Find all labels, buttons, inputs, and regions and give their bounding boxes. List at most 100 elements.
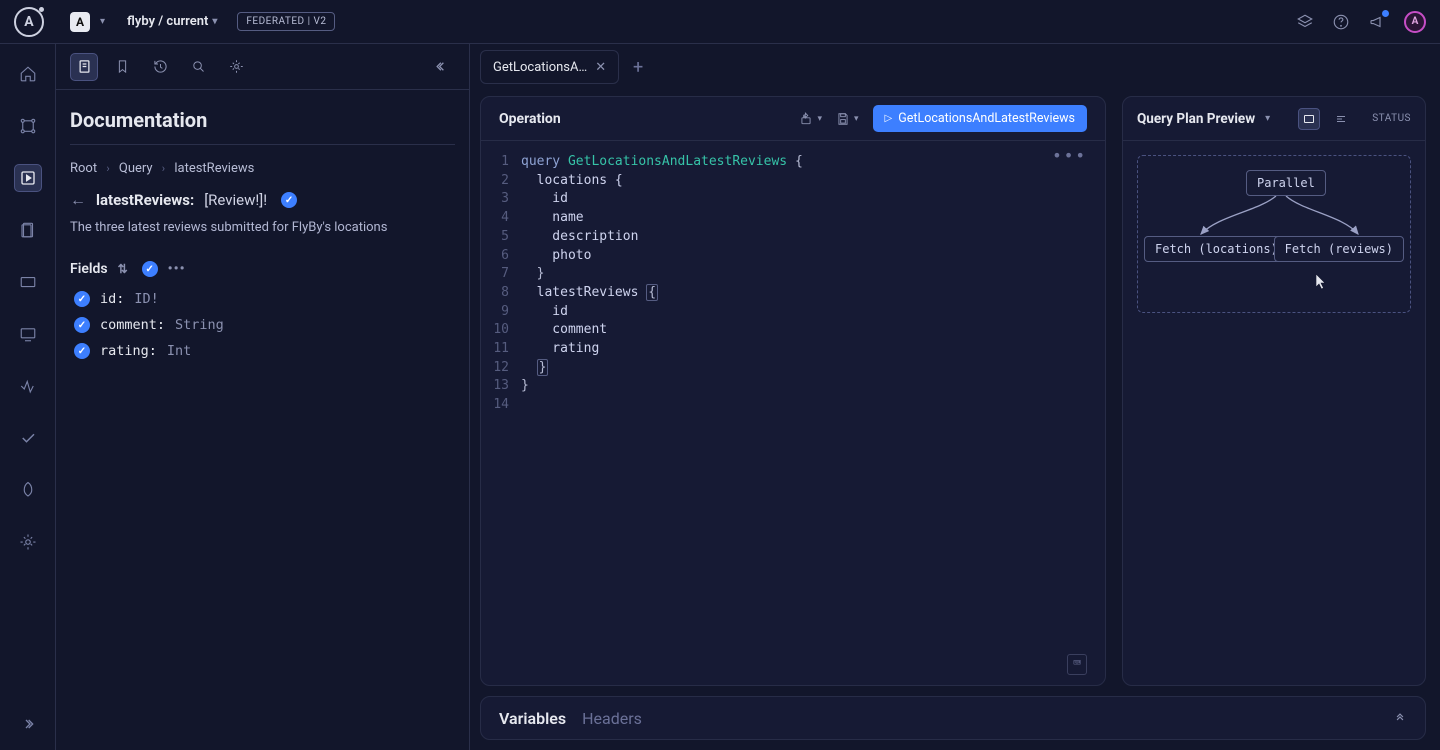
variables-tab[interactable]: Variables (499, 709, 566, 728)
plan-graph[interactable]: Parallel Fetch (locations) Fetch (review… (1137, 155, 1411, 313)
expand-panel-icon[interactable] (1393, 709, 1407, 728)
check-icon[interactable]: ✓ (74, 291, 90, 307)
main-area: GetLocationsA… ✕ + Operation ▾ ▾ (470, 44, 1440, 750)
field-item-name: comment: (100, 317, 165, 333)
field-item-type[interactable]: Int (167, 343, 191, 359)
line-number: 3 (481, 190, 521, 209)
code-token: query (521, 154, 560, 169)
code-editor[interactable]: ••• 1query GetLocationsAndLatestReviews … (481, 141, 1105, 685)
cursor-icon (1316, 274, 1328, 294)
plan-node-label: Fetch (locations) (1155, 242, 1278, 256)
keyboard-shortcut-icon[interactable]: ⌨ (1067, 654, 1087, 675)
operation-header: Operation ▾ ▾ ▷ GetLocationsAndLatestR (481, 97, 1105, 141)
fields-heading: Fields (70, 261, 108, 277)
layers-icon[interactable] (1296, 13, 1314, 31)
check-badge-icon[interactable]: ✓ (281, 192, 297, 208)
search-icon[interactable] (184, 53, 212, 81)
plan-node-parallel[interactable]: Parallel (1246, 170, 1326, 196)
plan-node-label: Fetch (reviews) (1285, 242, 1393, 256)
check-icon[interactable]: ✓ (74, 343, 90, 359)
documentation-panel: Documentation Root › Query › latestRevie… (56, 44, 470, 750)
expand-rail-icon[interactable] (14, 710, 42, 738)
help-icon[interactable] (1332, 13, 1350, 31)
announcements-icon[interactable] (1368, 13, 1386, 31)
run-button[interactable]: ▷ GetLocationsAndLatestReviews (873, 105, 1087, 132)
code-line: id (521, 303, 568, 322)
chevron-down-icon[interactable]: ▾ (100, 16, 105, 27)
editor-more-icon[interactable]: ••• (1052, 147, 1087, 166)
field-item-id[interactable]: ✓ id: ID! (70, 291, 455, 307)
line-number: 14 (481, 396, 521, 415)
history-icon[interactable] (146, 53, 174, 81)
add-tab-button[interactable]: + (623, 57, 653, 78)
code-token: { (646, 284, 658, 301)
collapse-panel-icon[interactable] (427, 53, 455, 81)
graph-selector[interactable]: flyby / current ▾ (127, 14, 217, 29)
status-label[interactable]: STATUS (1372, 113, 1411, 124)
operations-icon[interactable] (14, 320, 42, 348)
back-arrow-icon[interactable]: ← (70, 190, 86, 210)
line-number: 10 (481, 321, 521, 340)
chevron-down-icon[interactable]: ▾ (1265, 113, 1270, 124)
schema-icon[interactable] (14, 112, 42, 140)
operation-panel: Operation ▾ ▾ ▷ GetLocationsAndLatestR (480, 96, 1106, 686)
operation-title: Operation (499, 111, 561, 127)
clients-icon[interactable] (14, 268, 42, 296)
graph-path-label: flyby / current (127, 14, 208, 29)
chevron-down-icon: ▾ (212, 16, 217, 27)
apollo-logo[interactable]: A (14, 7, 44, 37)
top-bar: A A ▾ flyby / current ▾ FEDERATED | V2 A (0, 0, 1440, 44)
sort-icon[interactable]: ⇅ (118, 262, 128, 276)
code-line: locations { (521, 172, 623, 191)
field-name: latestReviews: (96, 191, 194, 209)
line-number: 4 (481, 209, 521, 228)
field-item-type[interactable]: String (175, 317, 224, 333)
insights-icon[interactable] (14, 372, 42, 400)
code-token: GetLocationsAndLatestReviews (568, 154, 787, 169)
plan-node-fetch-reviews[interactable]: Fetch (reviews) (1274, 236, 1404, 262)
crumb-query[interactable]: Query (119, 161, 153, 176)
explorer-icon[interactable] (14, 164, 42, 192)
run-button-label: GetLocationsAndLatestReviews (898, 111, 1075, 126)
home-icon[interactable] (14, 60, 42, 88)
nav-rail (0, 44, 56, 750)
save-icon[interactable]: ▾ (836, 112, 859, 126)
play-icon: ▷ (885, 113, 893, 124)
field-list: ✓ id: ID! ✓ comment: String ✓ rating: In… (70, 291, 455, 359)
code-line: comment (521, 321, 607, 340)
field-item-name: id: (100, 291, 124, 307)
tab-operation[interactable]: GetLocationsA… ✕ (480, 50, 619, 84)
plan-view-text-icon[interactable] (1330, 108, 1352, 130)
doc-title: Documentation (70, 108, 455, 132)
close-icon[interactable]: ✕ (595, 60, 606, 75)
field-type[interactable]: [Review!]! (204, 191, 267, 209)
share-icon[interactable]: ▾ (799, 112, 822, 126)
changelog-icon[interactable] (14, 216, 42, 244)
plan-view-chart-icon[interactable] (1298, 108, 1320, 130)
doc-tab-reference-icon[interactable] (70, 53, 98, 81)
org-badge[interactable]: A (70, 12, 90, 32)
headers-tab[interactable]: Headers (582, 709, 642, 728)
doc-toolbar (56, 44, 469, 90)
launches-icon[interactable] (14, 476, 42, 504)
field-heading: ← latestReviews: [Review!]! ✓ (70, 190, 455, 210)
crumb-field[interactable]: latestReviews (174, 161, 254, 176)
field-item-comment[interactable]: ✓ comment: String (70, 317, 455, 333)
avatar[interactable]: A (1404, 11, 1426, 33)
code-token: latestReviews (521, 285, 646, 300)
line-number: 1 (481, 153, 521, 172)
more-icon[interactable]: ••• (168, 261, 186, 277)
field-item-type[interactable]: ID! (134, 291, 158, 307)
bookmark-icon[interactable] (108, 53, 136, 81)
crumb-root[interactable]: Root (70, 161, 97, 176)
settings-icon[interactable] (222, 53, 250, 81)
select-all-icon[interactable]: ✓ (142, 261, 158, 277)
plan-node-fetch-locations[interactable]: Fetch (locations) (1144, 236, 1289, 262)
code-line: name (521, 209, 584, 228)
check-icon[interactable]: ✓ (74, 317, 90, 333)
avatar-letter: A (1412, 16, 1419, 27)
notification-dot-icon (1382, 10, 1389, 17)
checks-icon[interactable] (14, 424, 42, 452)
field-item-rating[interactable]: ✓ rating: Int (70, 343, 455, 359)
settings-icon[interactable] (14, 528, 42, 556)
